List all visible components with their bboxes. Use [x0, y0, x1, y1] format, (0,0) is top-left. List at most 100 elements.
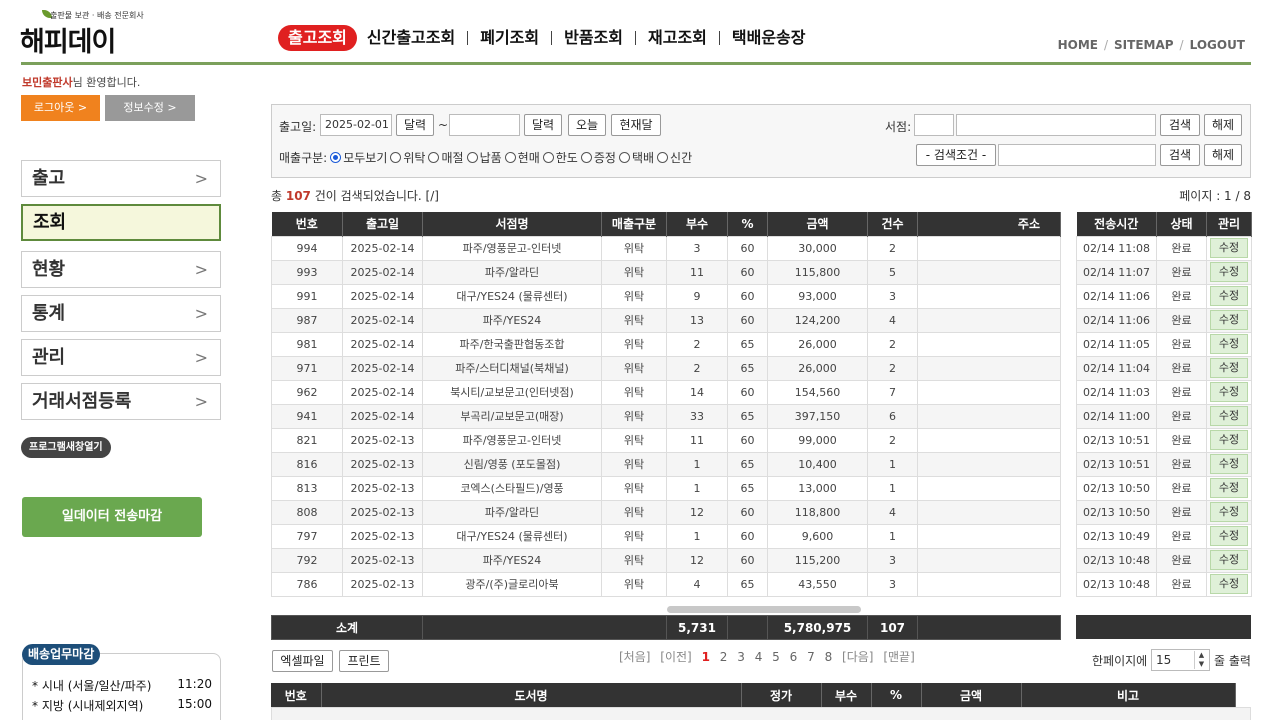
table-row[interactable]: 813 2025-02-13 코엑스(스타필드)/영풍 위탁 1 65 13,000 1 — [271, 475, 1061, 501]
pager-page-1[interactable]: 1 — [702, 650, 710, 664]
book-col-no[interactable]: 번호 — [271, 683, 322, 707]
nav-waybill[interactable]: 택배운송장 — [722, 25, 816, 51]
sitemap-link[interactable]: SITEMAP — [1114, 38, 1174, 52]
col-send-time[interactable]: 전송시간 — [1076, 212, 1157, 236]
condition-input[interactable] — [998, 144, 1156, 166]
calendar-from-button[interactable]: 달력 — [396, 114, 434, 136]
table-row[interactable]: 821 2025-02-13 파주/영풍문고-인터넷 위탁 11 60 99,000 2 — [271, 427, 1061, 453]
menu-outbound[interactable]: 출고 > — [21, 160, 221, 197]
nav-disposal-inquiry[interactable]: 폐기조회 — [470, 25, 549, 51]
col-manage[interactable]: 관리 — [1206, 212, 1252, 236]
edit-button[interactable]: 수정 — [1210, 550, 1248, 570]
edit-button[interactable]: 수정 — [1210, 334, 1248, 354]
radio-cash[interactable] — [504, 152, 516, 163]
pager-next[interactable]: [다음] — [842, 650, 873, 664]
radio-delivery[interactable] — [466, 152, 478, 163]
menu-status[interactable]: 현황 > — [21, 251, 221, 288]
edit-button[interactable]: 수정 — [1210, 382, 1248, 402]
edit-button[interactable]: 수정 — [1210, 310, 1248, 330]
condition-search-button[interactable]: 검색 — [1160, 144, 1200, 166]
col-status[interactable]: 상태 — [1156, 212, 1207, 236]
nav-return-inquiry[interactable]: 반품조회 — [554, 25, 633, 51]
radio-gift[interactable] — [580, 152, 592, 163]
col-no[interactable]: 번호 — [271, 212, 343, 236]
horizontal-scrollbar[interactable] — [667, 606, 861, 613]
data-transfer-close-button[interactable]: 일데이터 전송마감 — [22, 497, 202, 537]
table-row[interactable]: 994 2025-02-14 파주/영풍문고-인터넷 위탁 3 60 30,000 2 — [271, 235, 1061, 261]
edit-button[interactable]: 수정 — [1210, 358, 1248, 378]
pager-page-2[interactable]: 2 — [720, 650, 728, 664]
nav-outbound-inquiry[interactable]: 출고조회 — [278, 25, 357, 51]
pager-page-4[interactable]: 4 — [755, 650, 763, 664]
col-address[interactable]: 주소 — [917, 212, 1061, 236]
table-row[interactable]: 941 2025-02-14 부곡리/교보문고(매장) 위탁 33 65 397,150 6 — [271, 403, 1061, 429]
store-search-button[interactable]: 검색 — [1160, 114, 1200, 136]
excel-button[interactable]: 엑셀파일 — [272, 650, 333, 672]
radio-consign[interactable] — [390, 152, 402, 163]
table-row[interactable]: 816 2025-02-13 신림/영풍 (포도몰점) 위탁 1 65 10,400 1 — [271, 451, 1061, 477]
table-row[interactable]: 971 2025-02-14 파주/스터디채널(북채널) 위탁 2 65 26,000 2 — [271, 355, 1061, 381]
col-amount[interactable]: 금액 — [767, 212, 868, 236]
radio-new[interactable] — [657, 152, 669, 163]
table-row[interactable]: 797 2025-02-13 대구/YES24 (물류센터) 위탁 1 60 9,600 1 — [271, 523, 1061, 549]
pager-page-8[interactable]: 8 — [825, 650, 833, 664]
edit-button[interactable]: 수정 — [1210, 526, 1248, 546]
date-from-input[interactable]: 2025-02-01 — [320, 114, 392, 136]
condition-reset-button[interactable]: 해제 — [1204, 144, 1242, 166]
edit-button[interactable]: 수정 — [1210, 454, 1248, 474]
book-col-note[interactable]: 비고 — [1021, 683, 1236, 707]
calendar-to-button[interactable]: 달력 — [524, 114, 562, 136]
pager-page-6[interactable]: 6 — [790, 650, 798, 664]
menu-inquiry[interactable]: 조회 — [21, 204, 221, 241]
per-page-stepper[interactable]: 15 ▲ ▼ — [1151, 649, 1210, 671]
store-code-input[interactable] — [914, 114, 954, 136]
nav-new-outbound-inquiry[interactable]: 신간출고조회 — [357, 25, 465, 51]
nav-stock-inquiry[interactable]: 재고조회 — [638, 25, 717, 51]
logout-button[interactable]: 로그아웃 > — [21, 95, 100, 121]
col-rate[interactable]: % — [727, 212, 768, 236]
book-col-rate[interactable]: % — [871, 683, 922, 707]
edit-button[interactable]: 수정 — [1210, 262, 1248, 282]
logo[interactable]: 출판물 보관 · 배송 전문회사 해피데이 — [20, 6, 150, 58]
stepper-arrows-icon[interactable]: ▲ ▼ — [1194, 651, 1208, 669]
pager-page-3[interactable]: 3 — [737, 650, 745, 664]
table-row[interactable]: 808 2025-02-13 파주/알라딘 위탁 12 60 118,800 4 — [271, 499, 1061, 525]
radio-limit[interactable] — [542, 152, 554, 163]
logout-link[interactable]: LOGOUT — [1190, 38, 1245, 52]
store-reset-button[interactable]: 해제 — [1204, 114, 1242, 136]
table-row[interactable]: 991 2025-02-14 대구/YES24 (물류센터) 위탁 9 60 93,000 3 — [271, 283, 1061, 309]
menu-store-register[interactable]: 거래서점등록 > — [21, 383, 221, 420]
current-month-button[interactable]: 현재달 — [611, 114, 661, 136]
store-name-input[interactable] — [956, 114, 1156, 136]
table-row[interactable]: 962 2025-02-14 북시티/교보문고(인터넷점) 위탁 14 60 154,560… — [271, 379, 1061, 405]
search-condition-select[interactable]: - 검색조건 - — [916, 144, 996, 166]
home-link[interactable]: HOME — [1058, 38, 1098, 52]
radio-parcel[interactable] — [618, 152, 630, 163]
info-edit-button[interactable]: 정보수정 > — [105, 95, 195, 121]
open-program-window-button[interactable]: 프로그램새창열기 — [21, 437, 111, 458]
edit-button[interactable]: 수정 — [1210, 238, 1248, 258]
col-sale-type[interactable]: 매출구분 — [601, 212, 667, 236]
col-date[interactable]: 출고일 — [342, 212, 423, 236]
book-col-amount[interactable]: 금액 — [921, 683, 1022, 707]
menu-statistics[interactable]: 통계 > — [21, 295, 221, 332]
edit-button[interactable]: 수정 — [1210, 286, 1248, 306]
edit-button[interactable]: 수정 — [1210, 478, 1248, 498]
today-button[interactable]: 오늘 — [568, 114, 606, 136]
col-count[interactable]: 건수 — [867, 212, 918, 236]
edit-button[interactable]: 수정 — [1210, 502, 1248, 522]
table-row[interactable]: 981 2025-02-14 파주/한국출판협동조합 위탁 2 65 26,000 2 — [271, 331, 1061, 357]
table-row[interactable]: 786 2025-02-13 광주/(주)글로리아북 위탁 4 65 43,550 3 — [271, 571, 1061, 597]
pager-page-5[interactable]: 5 — [772, 650, 780, 664]
col-qty[interactable]: 부수 — [666, 212, 728, 236]
pager-last[interactable]: [맨끝] — [883, 650, 914, 664]
edit-button[interactable]: 수정 — [1210, 430, 1248, 450]
edit-button[interactable]: 수정 — [1210, 574, 1248, 594]
pager-first[interactable]: [처음] — [619, 650, 650, 664]
book-col-title[interactable]: 도서명 — [321, 683, 742, 707]
date-to-input[interactable] — [449, 114, 520, 136]
print-button[interactable]: 프린트 — [339, 650, 389, 672]
radio-all[interactable] — [330, 152, 342, 163]
book-col-price[interactable]: 정가 — [741, 683, 822, 707]
book-col-qty[interactable]: 부수 — [821, 683, 872, 707]
